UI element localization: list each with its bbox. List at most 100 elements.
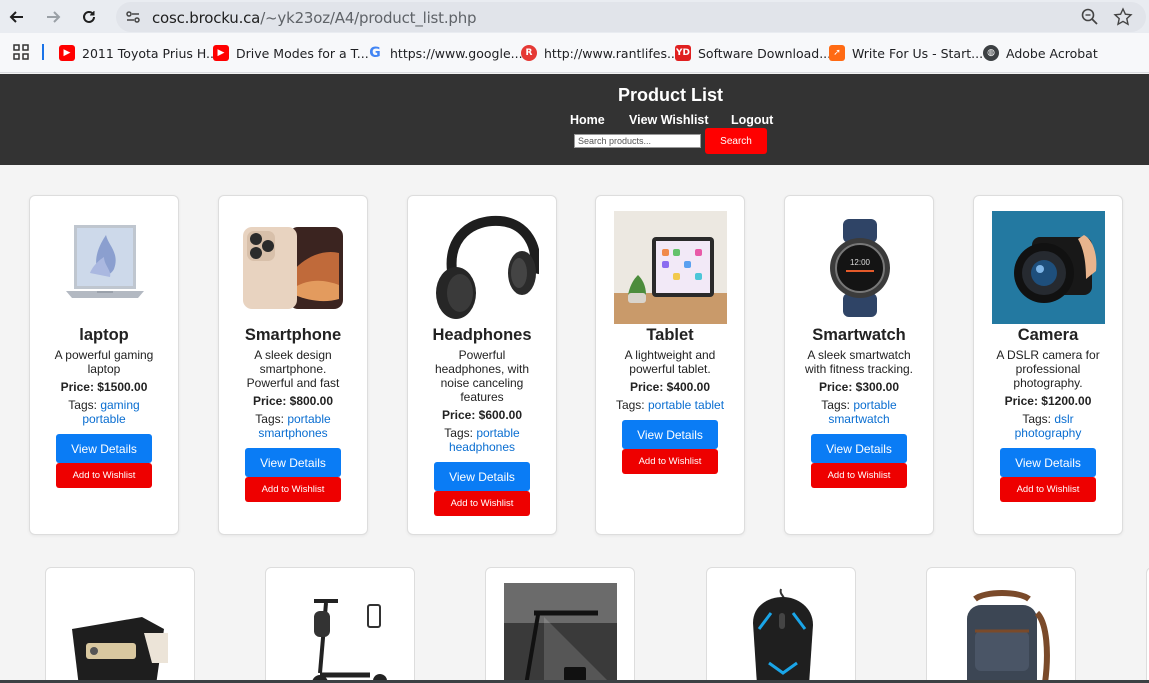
yd-icon: YD: [675, 45, 691, 61]
bookmark-label: Write For Us - Start...: [852, 45, 984, 61]
nav-logout-link[interactable]: Logout: [731, 113, 773, 127]
product-name: Tablet: [646, 326, 694, 344]
product-name: Smartwatch: [812, 326, 906, 344]
bookmark-label: 2011 Toyota Prius H...: [82, 45, 218, 61]
add-to-wishlist-button[interactable]: Add to Wishlist: [811, 463, 907, 488]
product-tags: Tags: portable headphones: [424, 426, 540, 454]
product-card: Tablet A lightweight and powerful tablet…: [595, 195, 745, 535]
nav-wishlist-link[interactable]: View Wishlist: [629, 113, 709, 127]
site-info-icon[interactable]: [124, 8, 142, 26]
product-description: A DSLR camera for professional photograp…: [996, 348, 1100, 390]
add-to-wishlist-button[interactable]: Add to Wishlist: [56, 463, 152, 488]
bookmark-item[interactable]: Ghttps://www.google...: [367, 44, 523, 62]
bookmark-label: Software Download...: [698, 45, 832, 61]
product-card: 12:00 Smartwatch A sleek smartwatch with…: [784, 195, 934, 535]
add-to-wishlist-button[interactable]: Add to Wishlist: [245, 477, 341, 502]
tags-label: Tags:: [255, 412, 284, 426]
bookmark-label: https://www.google...: [390, 45, 523, 61]
svg-text:12:00: 12:00: [850, 258, 871, 267]
product-card: laptop A powerful gaming laptop Price: $…: [29, 195, 179, 535]
bookmark-item[interactable]: ▶ Drive Modes for a T...: [213, 44, 369, 62]
product-card: [45, 567, 195, 683]
product-name: Smartphone: [244, 326, 342, 344]
google-icon: G: [369, 45, 381, 61]
youtube-icon: ▶: [213, 45, 229, 61]
product-description: A sleek smartwatch with fitness tracking…: [804, 348, 914, 376]
reload-icon[interactable]: [78, 6, 100, 28]
bookmark-item[interactable]: ➚ Write For Us - Start...: [829, 44, 983, 62]
bookmark-label: Drive Modes for a T...: [236, 45, 369, 61]
view-details-button[interactable]: View Details: [245, 448, 341, 477]
view-details-button[interactable]: View Details: [622, 420, 718, 449]
smartwatch-image: 12:00: [803, 211, 916, 324]
youtube-icon: ▶: [59, 45, 75, 61]
bookmark-item[interactable]: Rhttp://www.rantlifes...: [521, 44, 679, 62]
bookmark-item[interactable]: ▶ 2011 Toyota Prius H...: [59, 44, 218, 62]
tags-label: Tags:: [615, 398, 645, 412]
bookmark-label: http://www.rantlifes...: [544, 45, 679, 61]
url-host: cosc.brocku.ca: [152, 9, 261, 27]
back-arrow-icon[interactable]: [6, 6, 28, 28]
speaker-image: [64, 583, 177, 683]
gaming-mouse-image: [725, 583, 838, 683]
site-header: Product List Home View Wishlist Logout S…: [0, 74, 1149, 165]
product-tags: Tags: dslr photography: [990, 412, 1106, 440]
product-card: [706, 567, 856, 683]
bookmarks-separator: [42, 44, 44, 60]
product-price: Price: $1200.00: [1004, 394, 1092, 408]
search-input[interactable]: [574, 134, 701, 148]
rantlife-icon: R: [521, 45, 537, 61]
product-tags: Tags: portable tablet: [612, 398, 728, 412]
bookmark-label: Adobe Acrobat: [1006, 45, 1098, 61]
product-card: Headphones Powerful headphones, with noi…: [407, 195, 557, 535]
tags-label: Tags:: [821, 398, 850, 412]
scooter-image: [284, 583, 397, 683]
forward-arrow-icon[interactable]: [42, 6, 64, 28]
backpack-image: [945, 583, 1058, 683]
view-details-button[interactable]: View Details: [434, 462, 530, 491]
tablet-image: [614, 211, 727, 324]
product-name: laptop: [79, 326, 129, 344]
product-description: A sleek design smartphone. Powerful and …: [246, 348, 340, 390]
zoom-icon[interactable]: [1080, 7, 1100, 27]
product-tags: Tags: gaming portable: [46, 398, 162, 426]
search-button[interactable]: Search: [705, 128, 767, 154]
page-title: Product List: [617, 85, 723, 105]
tag-links[interactable]: portable tablet: [648, 398, 724, 412]
view-details-button[interactable]: View Details: [811, 434, 907, 463]
product-name: Headphones: [432, 326, 532, 344]
view-details-button[interactable]: View Details: [1000, 448, 1096, 477]
address-bar[interactable]: cosc.brocku.ca/~yk23oz/A4/product_list.p…: [116, 2, 1146, 32]
bookmark-item[interactable]: YD Software Download...: [675, 44, 831, 62]
product-description: A powerful gaming laptop: [54, 348, 154, 376]
product-tags: Tags: portable smartwatch: [801, 398, 917, 426]
url-text[interactable]: cosc.brocku.ca/~yk23oz/A4/product_list.p…: [152, 9, 477, 27]
tags-label: Tags:: [68, 398, 97, 412]
product-card: [926, 567, 1076, 683]
bookmark-item[interactable]: ◍ Adobe Acrobat: [983, 44, 1098, 62]
bookmark-star-icon[interactable]: [1113, 7, 1133, 27]
headphones-image: [426, 211, 539, 324]
nav-home-link[interactable]: Home: [570, 113, 605, 127]
smartphone-image: [237, 211, 350, 324]
desk-lamp-image: [504, 583, 617, 683]
product-price: Price: $600.00: [441, 408, 523, 422]
product-price: Price: $400.00: [629, 380, 711, 394]
globe-icon: ◍: [983, 45, 999, 61]
apps-grid-icon[interactable]: [13, 44, 29, 60]
add-to-wishlist-button[interactable]: Add to Wishlist: [1000, 477, 1096, 502]
laptop-image: [48, 211, 161, 324]
product-card: Camera A DSLR camera for professional ph…: [973, 195, 1123, 535]
product-tags: Tags: portable smartphones: [235, 412, 351, 440]
view-details-button[interactable]: View Details: [56, 434, 152, 463]
product-name: Camera: [1017, 326, 1079, 344]
product-price: Price: $1500.00: [60, 380, 148, 394]
add-to-wishlist-button[interactable]: Add to Wishlist: [622, 449, 718, 474]
rocket-icon: ➚: [829, 45, 845, 61]
product-description: A lightweight and powerful tablet.: [624, 348, 716, 376]
product-description: Powerful headphones, with noise cancelin…: [434, 348, 530, 404]
tags-label: Tags:: [1022, 412, 1051, 426]
product-card: [265, 567, 415, 683]
product-price: Price: $300.00: [818, 380, 900, 394]
add-to-wishlist-button[interactable]: Add to Wishlist: [434, 491, 530, 516]
